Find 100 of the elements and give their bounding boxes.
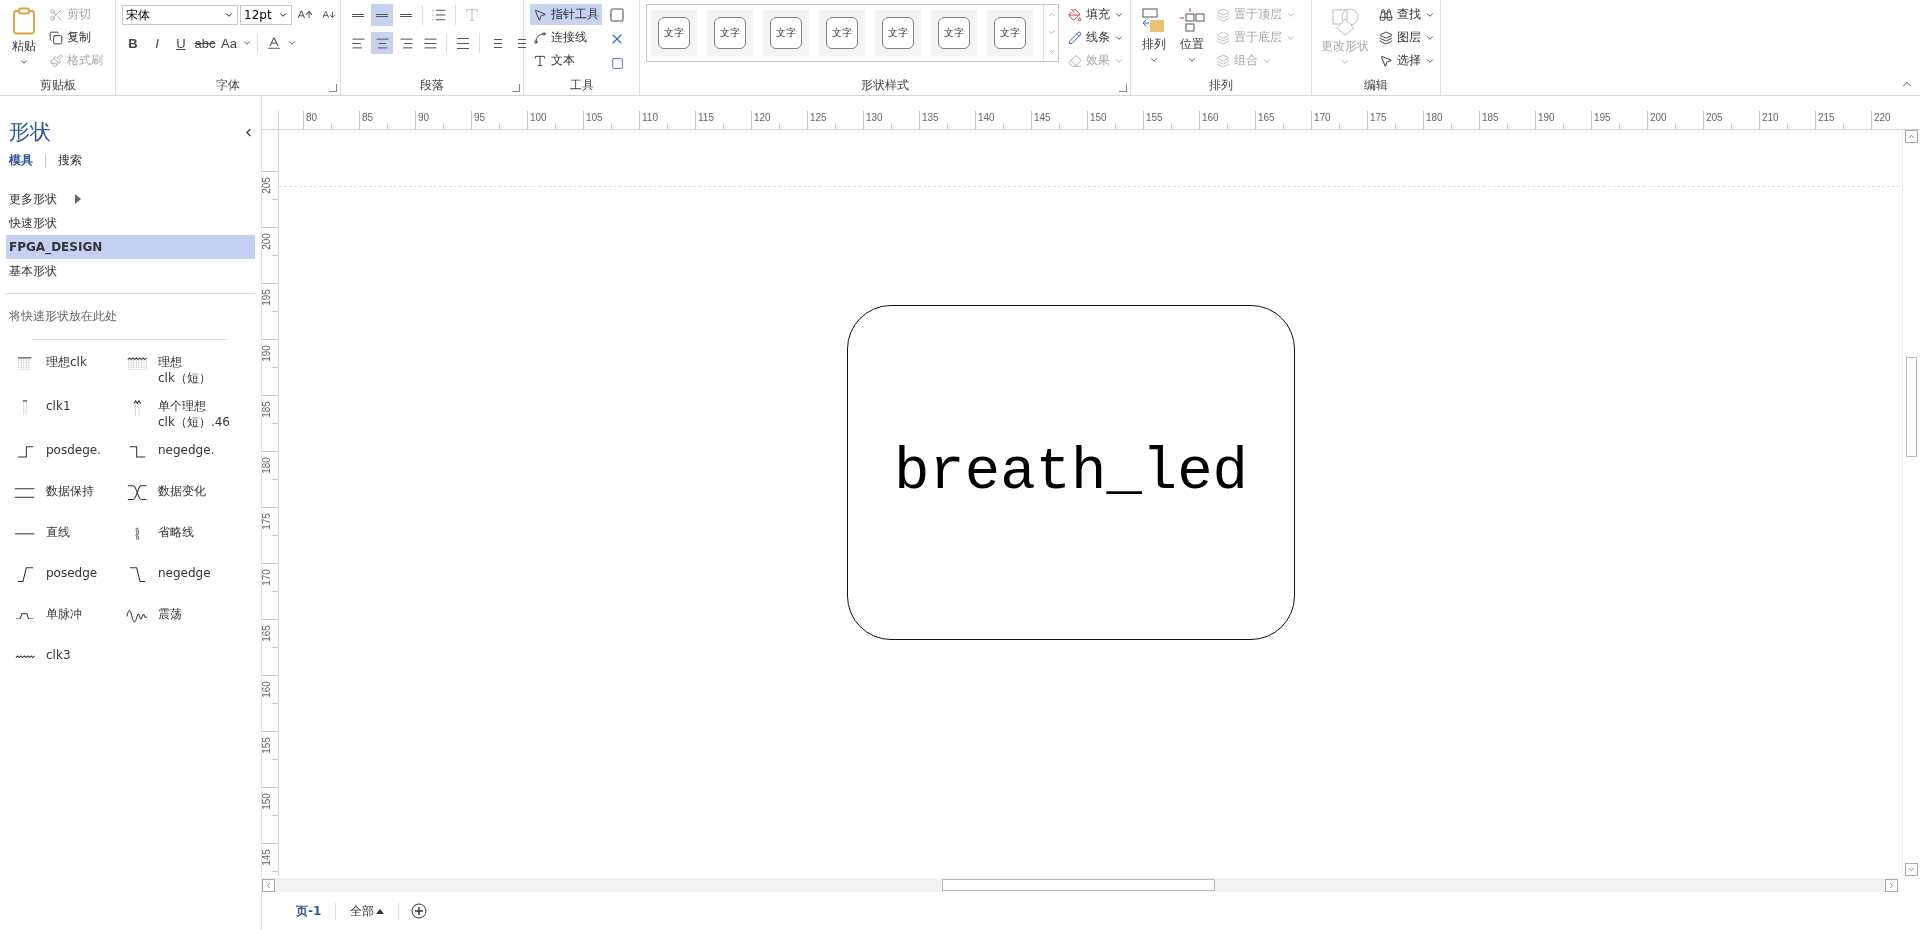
master-shape[interactable]: 震荡	[124, 606, 244, 635]
ribbon-button[interactable]: 位置	[1175, 4, 1209, 67]
master-shape[interactable]: 数据保持	[12, 483, 124, 512]
waveform-icon	[14, 487, 36, 499]
ruler-label: 80	[303, 111, 359, 129]
waveform-icon	[126, 485, 148, 501]
ruler-label: 105	[583, 111, 639, 129]
master-shape[interactable]: posedge	[12, 565, 124, 594]
font-style-button[interactable]: abc	[194, 32, 216, 54]
scroll-thumb[interactable]	[942, 879, 1215, 891]
waveform-icon	[126, 357, 148, 371]
master-shape[interactable]: 直线	[12, 524, 124, 553]
font-size-field[interactable]: 12pt	[240, 5, 292, 25]
stencil-item[interactable]: FPGA_DESIGN	[6, 235, 255, 259]
style-swatch[interactable]: 文字	[931, 10, 977, 56]
shape-text: breath_led	[893, 439, 1249, 506]
group-label: 形状样式	[860, 77, 910, 94]
ruler-label: 145	[1031, 111, 1087, 129]
paintbrush-icon	[49, 53, 63, 68]
ruler-label: 205	[1703, 111, 1759, 129]
dialog-launcher-icon[interactable]	[512, 84, 520, 92]
rounded-rectangle-shape[interactable]: breath_led	[847, 305, 1295, 640]
panel-tab[interactable]: 搜索	[58, 152, 82, 169]
align-left-icon	[350, 35, 366, 51]
binoculars-icon	[1379, 7, 1393, 22]
tool-button[interactable]: 文本	[530, 50, 602, 71]
ribbon-button[interactable]: 查找	[1376, 4, 1438, 25]
style-swatch[interactable]: 文字	[651, 10, 697, 56]
add-page-icon[interactable]	[411, 903, 428, 919]
horizontal-scrollbar[interactable]	[262, 878, 1898, 892]
tool-button[interactable]: 指针工具	[530, 4, 602, 25]
ruler-label: 150	[1087, 111, 1143, 129]
layers-icon	[1379, 30, 1393, 45]
scroll-up-icon[interactable]	[1907, 132, 1916, 141]
ribbon-button[interactable]: 复制	[46, 27, 106, 48]
master-shape[interactable]: clk3	[12, 647, 124, 676]
master-shape[interactable]: 理想clk	[12, 354, 124, 386]
dialog-launcher-icon[interactable]	[1119, 84, 1127, 92]
ribbon-button[interactable]: 线条	[1065, 27, 1127, 48]
scroll-thumb[interactable]	[1906, 357, 1917, 457]
group-label: 剪贴板	[38, 77, 77, 94]
ruler-label: 180	[262, 457, 272, 474]
stencil-item[interactable]: 快速形状	[6, 211, 255, 235]
stack-icon	[1216, 53, 1230, 68]
waveform-icon	[14, 655, 36, 659]
waveform-icon	[16, 446, 34, 458]
master-shape[interactable]: 单个理想 clk（短）.46	[124, 398, 244, 430]
scroll-left-icon[interactable]	[264, 880, 273, 890]
style-swatch[interactable]: 文字	[707, 10, 753, 56]
style-swatch[interactable]: 文字	[819, 10, 865, 56]
style-swatch[interactable]: 文字	[875, 10, 921, 56]
page-tab[interactable]: 页-1	[282, 902, 336, 920]
ruler-label: 195	[1591, 111, 1647, 129]
caret-icon	[19, 57, 29, 67]
panel-tab[interactable]: 模具	[9, 152, 33, 169]
master-shape[interactable]: clk1	[12, 398, 124, 430]
pencil-icon	[1068, 30, 1082, 45]
ruler-label: 140	[975, 111, 1031, 129]
master-shape[interactable]: posdege.	[12, 442, 124, 471]
ribbon-button[interactable]: 图层	[1376, 27, 1438, 48]
master-shape[interactable]: negedge	[124, 565, 244, 594]
style-swatch[interactable]: 文字	[763, 10, 809, 56]
font-style-button[interactable]: U	[170, 32, 192, 54]
ribbon-button[interactable]: 填充	[1065, 4, 1127, 25]
bullet-list-icon	[431, 7, 447, 23]
group-label: 排列	[1208, 77, 1234, 94]
font-style-button[interactable]: B	[122, 32, 144, 54]
stencil-item[interactable]: 基本形状	[6, 259, 255, 283]
scroll-right-icon[interactable]	[1887, 880, 1896, 890]
caret-icon	[1340, 57, 1350, 67]
master-shape[interactable]: 理想 clk（短）	[124, 354, 244, 386]
master-shape[interactable]: 数据变化	[124, 483, 244, 512]
tool-button[interactable]: 连接线	[530, 27, 602, 48]
ruler-label: 210	[1759, 111, 1815, 129]
ribbon-button[interactable]: 选择	[1376, 50, 1438, 71]
master-shape[interactable]: 省略线	[124, 524, 244, 553]
ribbon-button[interactable]: 排列	[1137, 4, 1171, 67]
scroll-down-icon[interactable]	[1907, 865, 1916, 874]
master-shape[interactable]: negedge.	[124, 442, 244, 471]
align-right-icon	[398, 35, 414, 51]
master-shape[interactable]: 单脉冲	[12, 606, 124, 635]
align-button[interactable]	[371, 4, 393, 26]
position-icon	[1178, 6, 1206, 34]
line-spacing-icon	[456, 37, 470, 49]
shapes-icon	[1330, 6, 1360, 36]
all-pages-button[interactable]: 全部	[335, 902, 400, 920]
stencil-item[interactable]: 更多形状	[6, 187, 255, 211]
ruler-label: 155	[262, 737, 272, 754]
caret-icon	[242, 38, 252, 48]
font-name-field[interactable]: 宋体	[122, 5, 238, 25]
stack-icon	[1216, 30, 1230, 45]
ruler-label: 160	[1199, 111, 1255, 129]
vertical-scrollbar[interactable]	[1902, 130, 1920, 876]
drop-hint: 将快速形状放在此处	[8, 308, 118, 325]
font-style-button[interactable]: Aa	[218, 32, 240, 54]
dialog-launcher-icon[interactable]	[329, 84, 337, 92]
font-style-button[interactable]: I	[146, 32, 168, 54]
pointer-icon	[533, 7, 547, 22]
style-swatch[interactable]: 文字	[987, 10, 1033, 56]
paste-button[interactable]: 粘贴	[6, 4, 42, 69]
